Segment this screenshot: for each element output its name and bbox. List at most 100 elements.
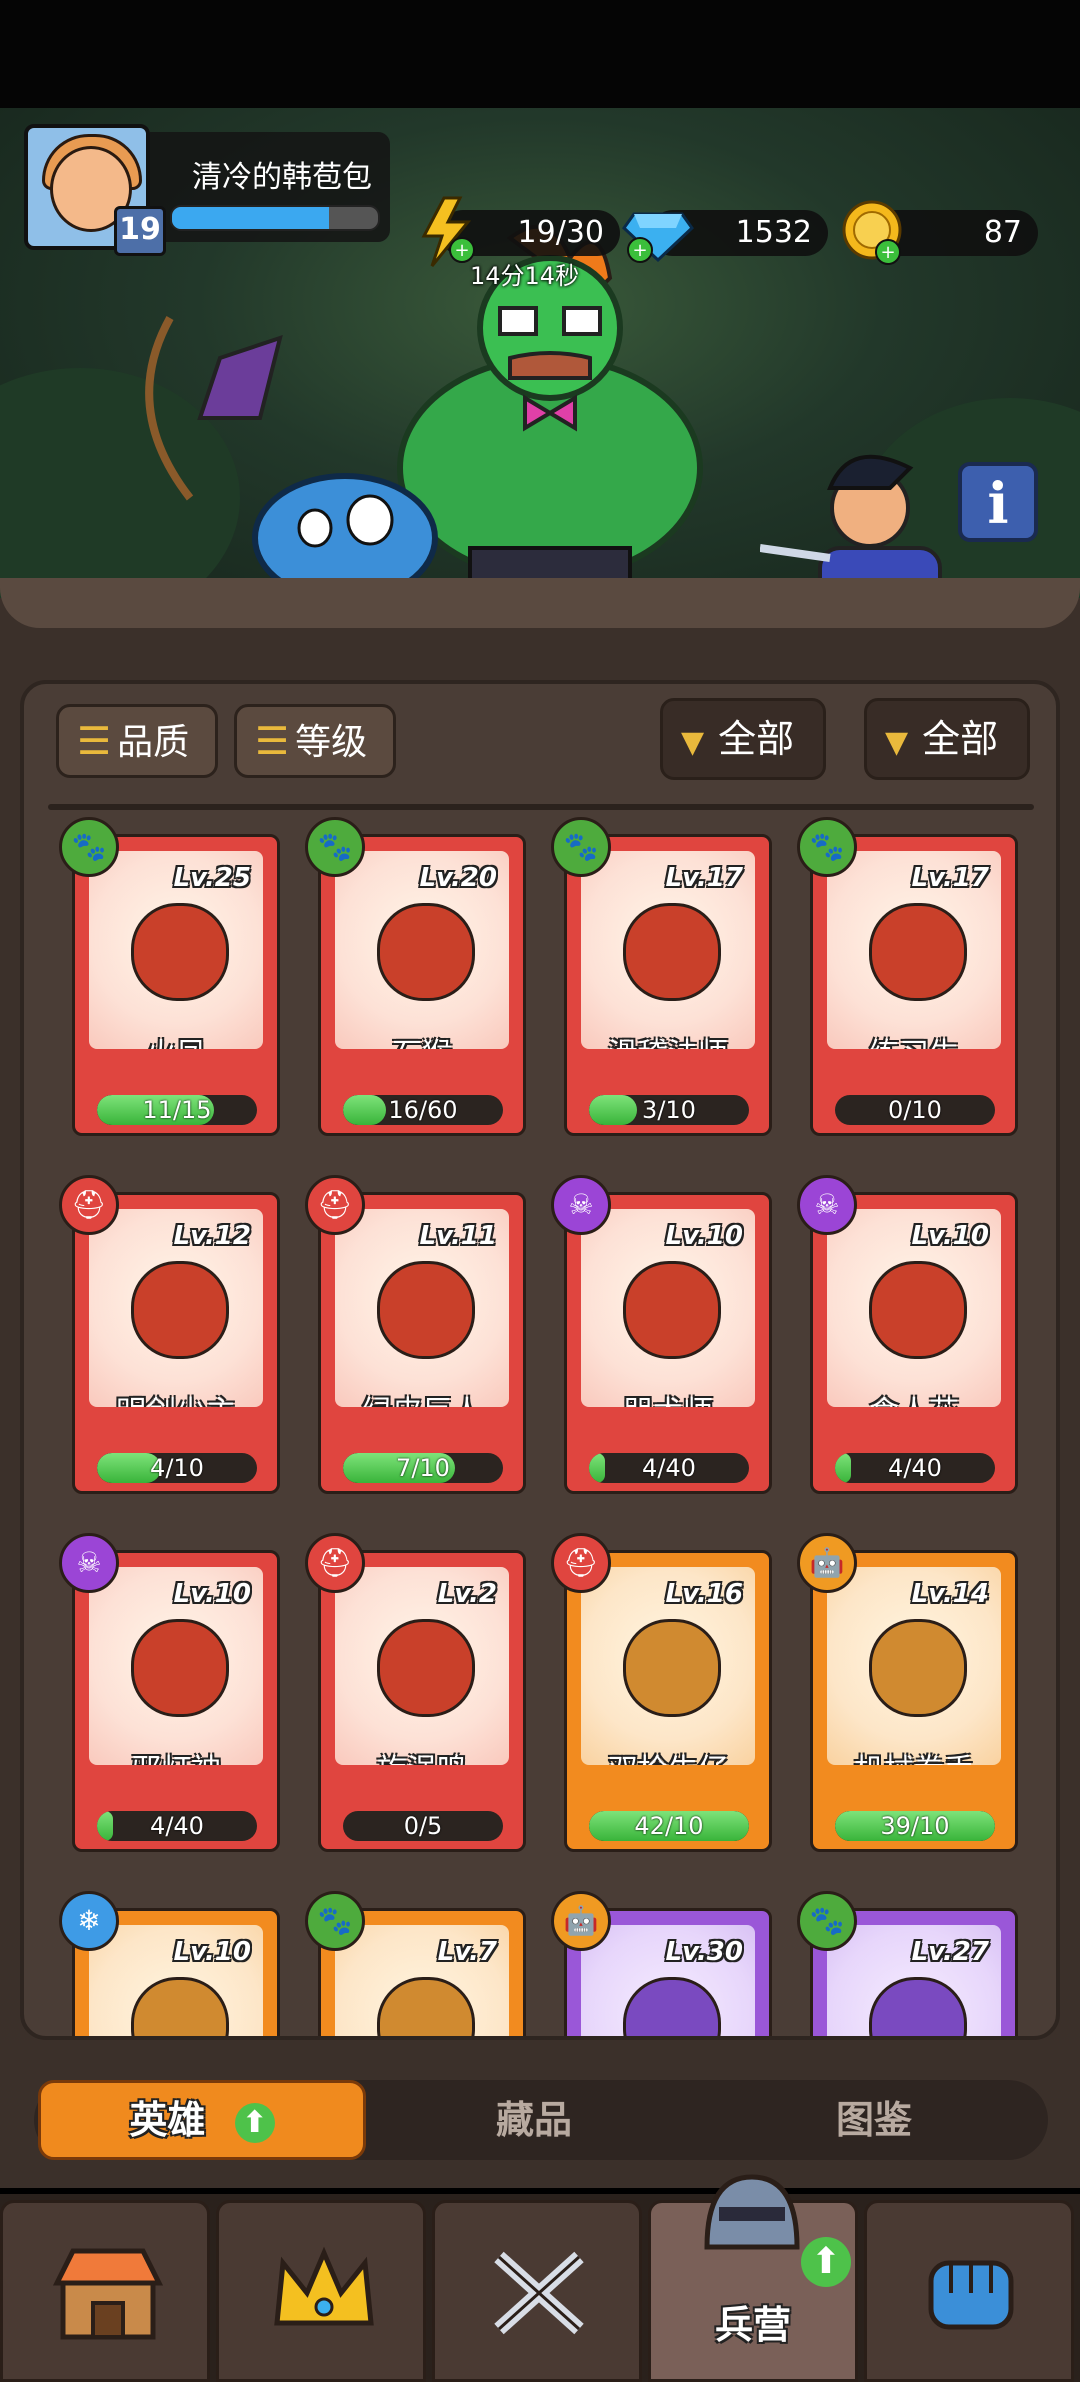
svg-text:+: + [880, 242, 895, 263]
hero-card[interactable]: Lv.10 邪灯神 4/40 ☠ [59, 1533, 280, 1852]
hero-shard-progress-bar: 4/40 [589, 1453, 749, 1483]
skull-class-icon: ☠ [551, 1175, 611, 1235]
hero-card[interactable]: Lv.25 火凤 11/15 🐾 [59, 817, 280, 1136]
hero-card[interactable]: Lv.10 食人花 4/40 ☠ [797, 1175, 1018, 1494]
tab-collection[interactable]: 藏品 [374, 2080, 694, 2160]
player-name: 清冷的韩苞包 [192, 160, 372, 195]
svg-text:+: + [632, 240, 647, 261]
hero-shard-progress-bar: 0/5 [343, 1811, 503, 1841]
divider [48, 804, 1034, 810]
hero-level: Lv.10 [665, 1221, 743, 1251]
hero-name: 机械拳手 [827, 1745, 1001, 1765]
hero-card-portrait: Lv.16 双枪牛仔 [581, 1567, 755, 1765]
hero-level: Lv.7 [437, 1937, 497, 1967]
lightning-plus-icon[interactable]: + [414, 196, 478, 268]
crossed-swords-icon [494, 2251, 584, 2335]
hero-name: 邪灯神 [89, 1745, 263, 1765]
hero-card-portrait: Lv.17 滑稽法师 [581, 851, 755, 1049]
hero-art [623, 1261, 721, 1359]
hero-card[interactable]: Lv.10 咒术师 4/40 ☠ [551, 1175, 772, 1494]
hero-art [869, 1977, 967, 2036]
hero-shard-progress-text: 4/40 [888, 1454, 942, 1482]
hero-card[interactable]: Lv.14 机械拳手 39/10 🤖 [797, 1533, 1018, 1852]
hero-shard-progress-text: 4/10 [150, 1454, 204, 1482]
player-profile[interactable]: 清冷的韩苞包 19 [24, 124, 390, 256]
hero-shard-progress-bar: 7/10 [343, 1453, 503, 1483]
xp-progress-bar [170, 205, 380, 231]
hero-art [869, 1261, 967, 1359]
tab-heroes[interactable]: 英雄 ⬆ [38, 2080, 366, 2160]
filter-dropdown-1-label: 全部 [718, 717, 795, 761]
hero-card-portrait: Lv.11 绿皮巨人 [335, 1209, 509, 1407]
hero-card-portrait: Lv.10 邪灯神 [89, 1567, 263, 1765]
hero-card[interactable]: Lv.30 🤖 [551, 1891, 772, 2036]
swordsman-illustration [760, 454, 942, 598]
triangle-down-icon: ▼ [885, 725, 909, 760]
hero-level: Lv.16 [665, 1579, 743, 1609]
hero-card-portrait: Lv.27 [827, 1925, 1001, 2036]
robot-class-icon: 🤖 [797, 1533, 857, 1593]
panel-top-edge [0, 578, 1080, 628]
svg-text:+: + [454, 240, 469, 261]
hero-shard-progress-text: 3/10 [642, 1096, 696, 1124]
hero-card[interactable]: Lv.12 明剑少主 4/10 ⛑ [59, 1175, 280, 1494]
hero-level: Lv.17 [665, 863, 743, 893]
hero-card-portrait: Lv.25 火凤 [89, 851, 263, 1049]
hero-card-portrait: Lv.2 旋涡鸣 [335, 1567, 509, 1765]
diamond-plus-icon[interactable]: + [620, 200, 696, 264]
hero-card[interactable]: Lv.11 绿皮巨人 7/10 ⛑ [305, 1175, 526, 1494]
info-button[interactable]: i [958, 462, 1038, 542]
tab-codex[interactable]: 图鉴 [714, 2080, 1034, 2160]
helmet-class-icon: ⛑ [59, 1175, 119, 1235]
filter-dropdown-1[interactable]: ▼ 全部 [660, 698, 826, 780]
nav-barracks[interactable]: ⬆ 兵营 [648, 2174, 858, 2382]
nav-shop[interactable] [0, 2200, 210, 2382]
fist-icon [928, 2260, 1014, 2330]
hero-art [377, 1261, 475, 1359]
hero-art [131, 1261, 229, 1359]
hero-card-portrait: Lv.10 [89, 1925, 263, 2036]
hero-card[interactable]: Lv.17 滑稽法师 3/10 🐾 [551, 817, 772, 1136]
hero-art [623, 903, 721, 1001]
hero-art [131, 903, 229, 1001]
hero-name: 咒术师 [581, 1387, 755, 1407]
nav-crown[interactable] [216, 2200, 426, 2382]
skull-class-icon: ☠ [797, 1175, 857, 1235]
hero-shard-progress-bar: 4/10 [97, 1453, 257, 1483]
nav-fist[interactable] [864, 2200, 1074, 2382]
hero-level: Lv.20 [419, 863, 497, 893]
player-level-badge: 19 [114, 206, 166, 256]
hero-card[interactable]: Lv.16 双枪牛仔 42/10 ⛑ [551, 1533, 772, 1852]
info-icon: i [987, 471, 1009, 537]
hero-shard-progress-bar: 42/10 [589, 1811, 749, 1841]
hero-shard-progress-text: 0/10 [888, 1096, 942, 1124]
hero-card-portrait: Lv.14 机械拳手 [827, 1567, 1001, 1765]
filter-dropdown-2[interactable]: ▼ 全部 [864, 698, 1030, 780]
nav-battle[interactable] [432, 2200, 642, 2382]
hero-list-panel: ☰品质 ☰等级 ▼全部 ▼全部 Lv.25火凤11/15🐾Lv.20石猴16/6… [20, 680, 1060, 2040]
paw-class-icon: 🐾 [797, 1891, 857, 1951]
hero-card[interactable]: Lv.10 ❄ [59, 1891, 280, 2036]
hero-card[interactable]: Lv.2 旋涡鸣 0/5 ⛑ [305, 1533, 526, 1852]
hero-level: Lv.17 [911, 863, 989, 893]
coin-plus-icon[interactable]: + [838, 198, 906, 270]
hero-card[interactable]: Lv.17 练习生 0/10 🐾 [797, 817, 1018, 1136]
hero-level: Lv.10 [173, 1937, 251, 1967]
sort-by-level-button[interactable]: ☰ 等级 [234, 704, 396, 778]
hero-shard-progress-text: 4/40 [642, 1454, 696, 1482]
hero-shard-progress-text: 11/15 [142, 1096, 212, 1124]
hero-level: Lv.14 [911, 1579, 989, 1609]
hero-card[interactable]: Lv.20 石猴 16/60 🐾 [305, 817, 526, 1136]
hero-art [623, 1977, 721, 2036]
hero-card-portrait: Lv.7 [335, 1925, 509, 2036]
energy-timer: 14分14秒 [470, 262, 580, 290]
hero-level: Lv.2 [437, 1579, 497, 1609]
hero-card[interactable]: Lv.7 🐾 [305, 1891, 526, 2036]
paw-class-icon: 🐾 [305, 1891, 365, 1951]
status-bar [0, 0, 1080, 108]
hero-card[interactable]: Lv.27 🐾 [797, 1891, 1018, 2036]
crown-icon [274, 2246, 374, 2326]
hero-name: 明剑少主 [89, 1387, 263, 1407]
sort-by-quality-button[interactable]: ☰ 品质 [56, 704, 218, 778]
hero-card-portrait: Lv.17 练习生 [827, 851, 1001, 1049]
